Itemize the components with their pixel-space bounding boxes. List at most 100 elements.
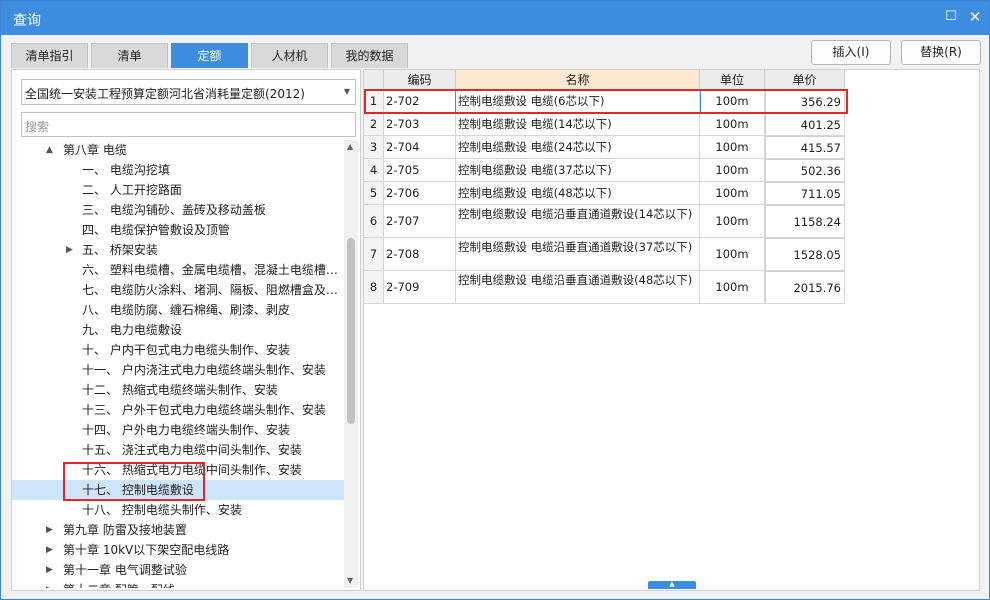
tree-node[interactable]: 十三、 户外干包式电力电缆终端头制作、安装 <box>12 400 344 420</box>
tree-node[interactable]: 二、 人工开挖路面 <box>12 180 344 200</box>
quota-code[interactable]: 2-703 <box>384 113 456 136</box>
header-unit[interactable]: 单位 <box>700 70 765 90</box>
tree-node[interactable]: 十五、 浇注式电力电缆中间头制作、安装 <box>12 440 344 460</box>
tree-node[interactable]: ▶ 第十章 10kV以下架空配电线路 <box>12 540 344 560</box>
tree-node[interactable]: ▶ 第九章 防雷及接地装置 <box>12 520 344 540</box>
replace-button[interactable]: 替换(R) <box>901 40 981 65</box>
row-number[interactable]: 3 <box>364 136 384 159</box>
quota-code[interactable]: 2-705 <box>384 159 456 182</box>
insert-button[interactable]: 插入(I) <box>811 40 891 65</box>
tree-node[interactable]: 七、 电缆防火涂料、堵洞、隔板、阻燃槽盒及… <box>12 280 344 300</box>
row-number[interactable]: 5 <box>364 182 384 205</box>
quota-price[interactable]: 1158.24 <box>765 205 845 238</box>
row-number[interactable]: 8 <box>364 271 384 304</box>
scroll-down-icon[interactable]: ▼ <box>347 576 353 585</box>
close-icon[interactable]: ✕ <box>967 9 983 25</box>
tree-node[interactable]: ▶ 第十二章 配管、配线 <box>12 580 344 588</box>
quota-price[interactable]: 1528.05 <box>765 238 845 271</box>
tree-node[interactable]: 九、 电力电缆敷设 <box>12 320 344 340</box>
library-select[interactable]: 全国统一安装工程预算定额河北省消耗量定额(2012) ▼ <box>21 79 356 105</box>
tab-material[interactable]: 人材机 <box>251 43 328 68</box>
header-price[interactable]: 单价 <box>765 70 845 90</box>
quota-code[interactable]: 2-709 <box>384 271 456 304</box>
expand-icon[interactable]: ▶ <box>46 580 53 588</box>
tree-scrollbar[interactable]: ▲ ▼ <box>344 140 358 588</box>
tree-node[interactable]: ▶ 第十一章 电气调整试验 <box>12 560 344 580</box>
tab-list[interactable]: 清单 <box>91 43 168 68</box>
search-placeholder: 搜索 <box>25 120 50 134</box>
library-select-value: 全国统一安装工程预算定额河北省消耗量定额(2012) <box>25 87 305 101</box>
tree-node-label: 九、 电力电缆敷设 <box>82 323 182 337</box>
search-input[interactable]: 搜索 <box>21 112 356 137</box>
quota-price[interactable]: 502.36 <box>765 159 845 182</box>
title-bar[interactable]: 查询 ☐ ✕ <box>1 1 989 35</box>
expand-icon[interactable]: ▶ <box>46 560 53 580</box>
tree-node-label: 七、 电缆防火涂料、堵洞、隔板、阻燃槽盒及… <box>82 283 338 297</box>
quota-name[interactable]: 控制电缆敷设 电缆(37芯以下) <box>456 159 700 182</box>
expand-icon[interactable]: ▶ <box>66 240 73 260</box>
tree-node[interactable]: 十一、 户内浇注式电力电缆终端头制作、安装 <box>12 360 344 380</box>
quota-name[interactable]: 控制电缆敷设 电缆(14芯以下) <box>456 113 700 136</box>
quota-name[interactable]: 控制电缆敷设 电缆沿垂直通道敷设(37芯以下) <box>456 238 700 271</box>
quota-unit[interactable]: 100m <box>700 271 765 304</box>
quota-price[interactable]: 2015.76 <box>765 271 845 304</box>
quota-unit[interactable]: 100m <box>700 113 765 136</box>
tree-node-label: 一、 电缆沟挖填 <box>82 163 170 177</box>
row-number[interactable]: 6 <box>364 205 384 238</box>
quota-price[interactable]: 415.57 <box>765 136 845 159</box>
tree-node[interactable]: ▶ 五、 桥架安装 <box>12 240 344 260</box>
quota-price[interactable]: 711.05 <box>765 182 845 205</box>
highlight-box-tree <box>63 462 205 501</box>
tree-node[interactable]: 十四、 户外电力电缆终端头制作、安装 <box>12 420 344 440</box>
tree-node-label: 十五、 浇注式电力电缆中间头制作、安装 <box>82 443 302 457</box>
tree-node[interactable]: 六、 塑料电缆槽、金属电缆槽、混凝土电缆槽… <box>12 260 344 280</box>
tree-node[interactable]: 八、 电缆防腐、缠石棉绳、刷漆、剥皮 <box>12 300 344 320</box>
quota-code[interactable]: 2-708 <box>384 238 456 271</box>
quota-name[interactable]: 控制电缆敷设 电缆沿垂直通道敷设(48芯以下) <box>456 271 700 304</box>
collapse-icon[interactable]: ▲ <box>46 140 53 160</box>
tree-node-label: 第十二章 配管、配线 <box>63 580 175 588</box>
quota-name[interactable]: 控制电缆敷设 电缆沿垂直通道敷设(14芯以下) <box>456 205 700 238</box>
expand-icon[interactable]: ▶ <box>46 520 53 540</box>
expand-icon[interactable]: ▶ <box>46 540 53 560</box>
quota-price[interactable]: 401.25 <box>765 113 845 136</box>
maximize-icon[interactable]: ☐ <box>943 9 959 25</box>
header-code[interactable]: 编码 <box>384 70 456 90</box>
tree-node-label: 八、 电缆防腐、缠石棉绳、刷漆、剥皮 <box>82 303 290 317</box>
tree-node-label: 十、 户内干包式电力电缆头制作、安装 <box>82 343 290 357</box>
tree-node[interactable]: 十、 户内干包式电力电缆头制作、安装 <box>12 340 344 360</box>
row-number[interactable]: 7 <box>364 238 384 271</box>
row-number[interactable]: 2 <box>364 113 384 136</box>
tree-node[interactable]: ▲ 第八章 电缆 <box>12 140 344 160</box>
quota-unit[interactable]: 100m <box>700 136 765 159</box>
header-name[interactable]: 名称 <box>456 70 700 90</box>
window-title: 查询 <box>13 13 41 29</box>
quota-code[interactable]: 2-704 <box>384 136 456 159</box>
tab-list-guide[interactable]: 清单指引 <box>11 43 88 68</box>
quota-code[interactable]: 2-706 <box>384 182 456 205</box>
tab-my-data[interactable]: 我的数据 <box>331 43 408 68</box>
tree-node[interactable]: 三、 电缆沟铺砂、盖砖及移动盖板 <box>12 200 344 220</box>
tab-quota[interactable]: 定额 <box>171 43 248 68</box>
quota-unit[interactable]: 100m <box>700 182 765 205</box>
scroll-up-icon[interactable]: ▲ <box>347 142 353 151</box>
quota-unit[interactable]: 100m <box>700 159 765 182</box>
quota-name[interactable]: 控制电缆敷设 电缆(48芯以下) <box>456 182 700 205</box>
tree-node[interactable]: 一、 电缆沟挖填 <box>12 160 344 180</box>
quota-name[interactable]: 控制电缆敷设 电缆(24芯以下) <box>456 136 700 159</box>
header-rownum[interactable] <box>364 70 384 90</box>
query-dialog: 查询 ☐ ✕ 清单指引 清单 定额 人材机 我的数据 插入(I) 替换(R) 全… <box>0 0 990 600</box>
tree-node[interactable]: 十八、 控制电缆头制作、安装 <box>12 500 344 520</box>
quota-code[interactable]: 2-707 <box>384 205 456 238</box>
tree-node[interactable]: 十二、 热缩式电缆终端头制作、安装 <box>12 380 344 400</box>
chapter-tree: ▲ 第八章 电缆一、 电缆沟挖填二、 人工开挖路面 三、 电缆沟铺砂、盖砖及移动盖板… <box>12 140 344 588</box>
row-number[interactable]: 4 <box>364 159 384 182</box>
panel-collapse-grip[interactable]: ▲ <box>648 581 696 589</box>
tree-node[interactable]: 四、 电缆保护管敷设及顶管 <box>12 220 344 240</box>
highlight-box-row <box>364 89 848 114</box>
quota-unit[interactable]: 100m <box>700 205 765 238</box>
quota-unit[interactable]: 100m <box>700 238 765 271</box>
tree-node-label: 五、 桥架安装 <box>82 243 158 257</box>
chevron-down-icon[interactable]: ▼ <box>344 87 350 96</box>
scroll-thumb[interactable] <box>347 238 355 424</box>
